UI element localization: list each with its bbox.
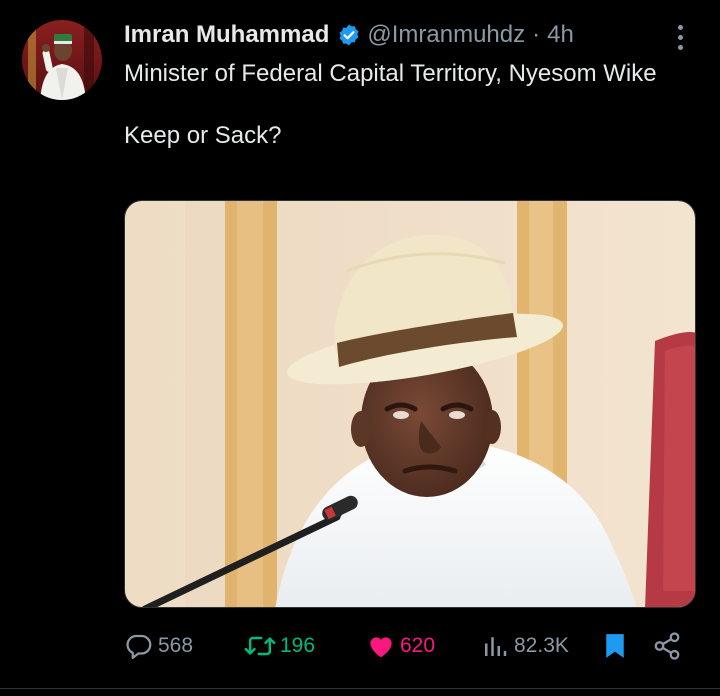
bookmark-button[interactable] [600, 626, 630, 666]
bookmark-icon [606, 634, 624, 658]
divider [0, 688, 720, 689]
tweet-photo[interactable] [124, 200, 696, 608]
like-icon [370, 637, 392, 658]
tweet-header: Imran Muhammad @Imranmuhdz · 4h [124, 20, 574, 50]
retweet-button[interactable]: 196 [244, 626, 315, 666]
separator-dot: · [532, 21, 541, 48]
reply-count: 568 [158, 634, 194, 657]
tweet-text-line: Minister of Federal Capital Territory, N… [124, 60, 657, 87]
share-icon [654, 632, 680, 660]
avatar[interactable] [22, 20, 102, 100]
author-handle[interactable]: @Imranmuhdz [367, 21, 525, 49]
tweet-text: Minister of Federal Capital Territory, N… [124, 58, 684, 151]
share-button[interactable] [652, 626, 682, 666]
reply-button[interactable]: 568 [124, 626, 193, 666]
views-icon [485, 637, 507, 656]
avatar-image [22, 20, 102, 100]
views-button[interactable]: 82.3K [480, 626, 569, 666]
more-icon[interactable] [668, 22, 692, 52]
action-bar: 568 196 620 82.3K [124, 626, 696, 666]
tweet-text-line: Keep or Sack? [124, 122, 282, 149]
retweet-icon [244, 636, 276, 656]
timestamp[interactable]: 4h [547, 21, 574, 49]
like-count: 620 [400, 634, 436, 657]
tweet: Imran Muhammad @Imranmuhdz · 4h Minister… [0, 0, 720, 696]
views-count: 82.3K [514, 634, 569, 657]
retweet-count: 196 [280, 634, 316, 657]
like-button[interactable]: 620 [366, 626, 435, 666]
photo-image [125, 201, 695, 607]
verified-badge-icon [337, 23, 361, 47]
reply-icon [126, 634, 152, 659]
author-name[interactable]: Imran Muhammad [124, 21, 329, 49]
